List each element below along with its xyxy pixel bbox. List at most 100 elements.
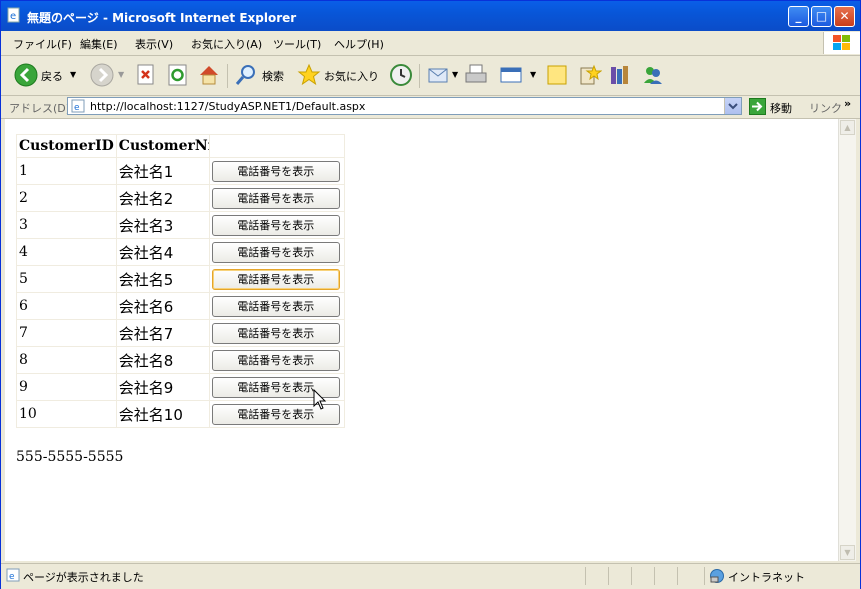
mouse-cursor-icon	[313, 389, 327, 410]
customer-id-cell: 5	[16, 265, 117, 293]
show-phone-button[interactable]: 電話番号を表示	[211, 241, 340, 263]
address-bar: アドレス(D) e http://localhost:1127/StudyASP…	[1, 96, 860, 119]
mail-icon[interactable]	[427, 63, 451, 87]
standard-toolbar: 戻る ▼ ▼ 検索 お気に入り ▼ ▼	[1, 56, 860, 96]
menu-tools[interactable]: ツール(T)	[273, 36, 321, 52]
discuss-icon[interactable]	[545, 63, 569, 87]
svg-text:e: e	[74, 103, 80, 113]
action-cell: 電話番号を表示	[208, 157, 345, 185]
menu-favorites[interactable]: お気に入り(A)	[191, 36, 262, 52]
vertical-scrollbar[interactable]: ▲ ▼	[838, 119, 856, 561]
mail-dropdown-icon[interactable]: ▼	[452, 70, 458, 79]
show-phone-button[interactable]: 電話番号を表示	[211, 295, 340, 317]
search-button-label[interactable]: 検索	[262, 68, 284, 84]
customer-name-cell: 会社名6	[115, 292, 210, 320]
customer-id-cell: 7	[16, 319, 117, 347]
research-icon[interactable]	[578, 63, 602, 87]
favorites-star-icon[interactable]	[297, 63, 321, 87]
minimize-icon: _	[795, 9, 802, 23]
forward-icon[interactable]	[90, 63, 114, 87]
table-row: 8 会社名8 電話番号を表示	[16, 346, 345, 374]
search-icon[interactable]	[234, 63, 258, 87]
go-arrow-icon[interactable]	[749, 98, 766, 115]
customer-name-cell: 会社名9	[115, 373, 210, 401]
show-phone-button[interactable]: 電話番号を表示	[211, 349, 340, 371]
windows-logo-icon	[823, 32, 860, 54]
svg-text:e: e	[10, 11, 16, 22]
customer-id-cell: 2	[16, 184, 117, 212]
svg-text:e: e	[9, 572, 15, 582]
ie-page-icon: e	[7, 7, 20, 23]
address-label: アドレス(D)	[9, 102, 71, 115]
print-icon[interactable]	[464, 63, 488, 87]
address-url: http://localhost:1127/StudyASP.NET1/Defa…	[90, 100, 366, 113]
refresh-icon[interactable]	[167, 63, 189, 87]
menu-help[interactable]: ヘルプ(H)	[334, 36, 384, 52]
action-cell: 電話番号を表示	[208, 292, 345, 320]
table-row: 4 会社名4 電話番号を表示	[16, 238, 345, 266]
table-row: 2 会社名2 電話番号を表示	[16, 184, 345, 212]
show-phone-button[interactable]: 電話番号を表示	[211, 268, 340, 290]
status-text: ページが表示されました	[23, 571, 144, 584]
favorites-button-label[interactable]: お気に入り	[324, 68, 379, 84]
header-customer-name: CustomerNm	[115, 134, 210, 158]
maximize-button[interactable]: □	[811, 6, 832, 27]
customer-name-cell: 会社名4	[115, 238, 210, 266]
table-row: 7 会社名7 電話番号を表示	[16, 319, 345, 347]
action-cell: 電話番号を表示	[208, 211, 345, 239]
links-label[interactable]: リンク	[809, 100, 842, 116]
messenger-icon[interactable]	[641, 63, 665, 87]
table-row: 1 会社名1 電話番号を表示	[16, 157, 345, 185]
scroll-down-icon[interactable]: ▼	[840, 545, 855, 560]
show-phone-button[interactable]: 電話番号を表示	[211, 214, 340, 236]
customer-name-cell: 会社名1	[115, 157, 210, 185]
address-input[interactable]: e http://localhost:1127/StudyASP.NET1/De…	[67, 97, 742, 115]
show-phone-button[interactable]: 電話番号を表示	[211, 187, 340, 209]
back-dropdown-icon[interactable]: ▼	[70, 70, 76, 79]
history-icon[interactable]	[389, 63, 413, 87]
edit-icon[interactable]	[499, 63, 523, 87]
customer-id-cell: 6	[16, 292, 117, 320]
minimize-button[interactable]: _	[788, 6, 809, 27]
show-phone-button[interactable]: 電話番号を表示	[211, 160, 340, 182]
action-cell: 電話番号を表示	[208, 238, 345, 266]
customer-name-cell: 会社名10	[115, 400, 210, 428]
menu-file[interactable]: ファイル(F)	[13, 36, 72, 52]
edit-dropdown-icon[interactable]: ▼	[530, 70, 536, 79]
home-icon[interactable]	[197, 63, 221, 87]
customer-name-cell: 会社名5	[115, 265, 210, 293]
address-dropdown-icon[interactable]	[724, 98, 741, 114]
action-cell: 電話番号を表示	[208, 265, 345, 293]
customer-id-cell: 8	[16, 346, 117, 374]
title-bar[interactable]: e 無題のページ - Microsoft Internet Explorer _…	[1, 1, 860, 31]
go-button-label[interactable]: 移動	[770, 100, 792, 116]
forward-dropdown-icon[interactable]: ▼	[118, 70, 124, 79]
customer-name-cell: 会社名7	[115, 319, 210, 347]
customer-id-cell: 3	[16, 211, 117, 239]
customer-id-cell: 9	[16, 373, 117, 401]
customer-id-cell: 10	[16, 400, 117, 428]
table-row: 5 会社名5 電話番号を表示	[16, 265, 345, 293]
page-content: CustomerID CustomerNm 1会社名1電話番号を表示2会社名2電…	[5, 119, 838, 561]
links-chevron-icon[interactable]: »	[844, 97, 851, 110]
messenger-books-icon[interactable]	[608, 63, 632, 87]
action-cell: 電話番号を表示	[208, 346, 345, 374]
table-row: 9 会社名9 電話番号を表示	[16, 373, 345, 401]
page-favicon-icon: e	[71, 99, 85, 113]
security-zone-label: イントラネット	[728, 571, 805, 584]
menu-edit[interactable]: 編集(E)	[80, 36, 118, 52]
phone-result: 555-5555-5555	[16, 449, 124, 465]
table-row: 3 会社名3 電話番号を表示	[16, 211, 345, 239]
customer-name-cell: 会社名8	[115, 346, 210, 374]
menu-bar: ファイル(F) 編集(E) 表示(V) お気に入り(A) ツール(T) ヘルプ(…	[1, 31, 860, 56]
menu-view[interactable]: 表示(V)	[135, 36, 173, 52]
stop-icon[interactable]	[136, 63, 156, 87]
back-button-label[interactable]: 戻る	[41, 68, 63, 84]
show-phone-button[interactable]: 電話番号を表示	[211, 322, 340, 344]
maximize-icon: □	[815, 9, 828, 23]
table-row: 6 会社名6 電話番号を表示	[16, 292, 345, 320]
customer-name-cell: 会社名3	[115, 211, 210, 239]
close-button[interactable]: ✕	[834, 6, 855, 27]
back-icon[interactable]	[14, 63, 38, 87]
scroll-up-icon[interactable]: ▲	[840, 120, 855, 135]
